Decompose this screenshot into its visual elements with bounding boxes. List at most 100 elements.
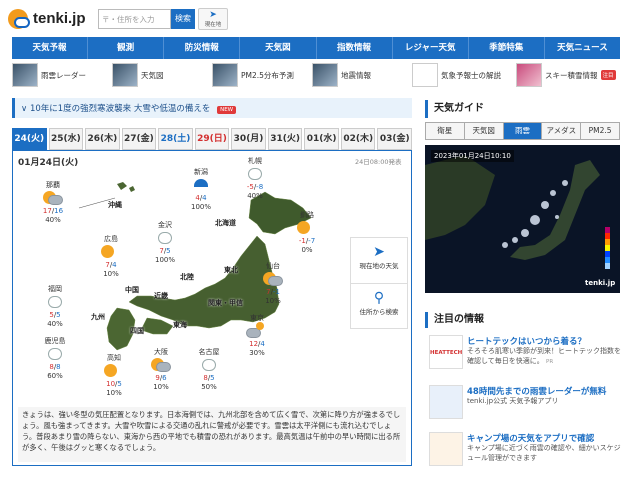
city-forecast-hiroshima[interactable]: 広島 7/4 10%: [88, 235, 134, 279]
date-tab[interactable]: 25(水): [48, 128, 84, 150]
quick-link-pm25[interactable]: PM2.5分布予測: [212, 62, 308, 88]
city-forecast-kushiro[interactable]: 釧路 -1/-7 0%: [284, 211, 330, 255]
date-tab[interactable]: 29(日): [194, 128, 230, 150]
search-input[interactable]: 〒・住所を入力: [98, 9, 171, 29]
news-item[interactable]: キャンプ場の天気をアプリで確認 キャンプ場に近づく雨雲の確認や、細かいスケジュー…: [425, 432, 625, 474]
news-headline: ヒートテックはいつから着る？: [467, 337, 587, 347]
city-forecast-sapporo[interactable]: 札幌 -5/-8 40%: [232, 157, 278, 201]
shikoku-shape: [140, 317, 174, 335]
city-forecast-kanazawa[interactable]: 金沢 7/5 100%: [142, 221, 188, 265]
current-location-button[interactable]: ➤ 現在地: [198, 8, 228, 30]
nav-disaster[interactable]: 防災情報: [164, 37, 241, 59]
snowman-icon: [32, 295, 78, 310]
radar-thumbnail: [12, 63, 38, 87]
current-location-weather-label: 現在地の天気: [359, 262, 399, 270]
city-forecast-niigata[interactable]: 新潟 4/4 100%: [178, 168, 224, 212]
city-temps: 4/4: [195, 194, 207, 202]
city-forecast-osaka[interactable]: 大阪 9/6 10%: [138, 348, 184, 392]
date-tab[interactable]: 26(木): [85, 128, 120, 150]
high-temp: -1: [298, 237, 306, 245]
region-label-hokkaido[interactable]: 北海道: [215, 218, 236, 228]
search-button[interactable]: 検索: [171, 9, 195, 29]
quick-link-label: 地震情報: [341, 70, 371, 80]
region-label-tohoku[interactable]: 東北: [224, 265, 238, 275]
city-name: 福岡: [48, 285, 62, 293]
city-forecast-sendai[interactable]: 仙台 7/-1 10%: [250, 262, 296, 306]
address-search-button[interactable]: ⚲ 住所から検索: [351, 284, 407, 330]
city-temps: 7/5: [159, 247, 171, 255]
precip-chance: 40%: [47, 320, 63, 328]
precip-chance: 40%: [45, 216, 61, 224]
nav-weather-chart[interactable]: 天気図: [240, 37, 317, 59]
news-item[interactable]: HEATTECH ヒートテックはいつから着る？ そろそろ肌寒い季節が到来！ヒート…: [425, 335, 625, 377]
date-tab[interactable]: 31(火): [267, 128, 303, 150]
quick-link-earthquake[interactable]: 地震情報: [312, 62, 408, 88]
news-body: キャンプ場に近づく雨雲の確認や、細かいスケジュール管理ができます: [467, 444, 621, 462]
nav-leisure[interactable]: レジャー天気: [393, 37, 469, 59]
low-temp: -1: [272, 288, 280, 296]
region-label-tokai[interactable]: 東海: [173, 320, 187, 330]
logo[interactable]: tenki.jp: [8, 8, 98, 30]
nav-index[interactable]: 指数情報: [317, 37, 393, 59]
high-temp: 9: [155, 374, 160, 382]
quick-link-forecaster[interactable]: 気象予報士の解説: [412, 62, 512, 88]
high-temp: 8: [49, 363, 54, 371]
guide-tab-satellite[interactable]: 衛星: [425, 122, 464, 140]
nav-news[interactable]: 天気ニュース: [545, 37, 620, 59]
low-temp: 5: [117, 380, 122, 388]
city-forecast-kagoshima[interactable]: 鹿児島 8/8 60%: [32, 337, 78, 381]
date-tab[interactable]: 30(月): [231, 128, 266, 150]
cloud-sun-icon: [234, 322, 280, 339]
snowman-icon: [232, 167, 278, 182]
high-temp: 8: [203, 374, 208, 382]
alert-banner[interactable]: ∨ 10年に1度の強烈寒波襲来 大雪や低温の備えを NEW: [12, 98, 412, 118]
date-tab[interactable]: 03(金): [377, 128, 413, 150]
region-label-okinawa[interactable]: 沖縄: [108, 200, 122, 210]
city-name: 高知: [107, 354, 121, 362]
date-tab[interactable]: 02(木): [340, 128, 376, 150]
nav-forecast[interactable]: 天気予報: [12, 37, 89, 59]
date-tab[interactable]: 24(火): [12, 128, 47, 150]
guide-tab-weather-chart[interactable]: 天気図: [463, 122, 503, 140]
region-label-chugoku[interactable]: 中国: [125, 285, 139, 295]
city-forecast-kochi[interactable]: 高知 10/5 10%: [91, 354, 137, 398]
quick-link-rain-radar[interactable]: 雨雲レーダー: [12, 62, 108, 88]
chevron-down-icon: ∨: [21, 104, 30, 114]
date-tab[interactable]: 28(土): [158, 128, 193, 150]
date-tab[interactable]: 01(水): [304, 128, 339, 150]
rain-cloud-radar-image[interactable]: [425, 145, 620, 293]
news-item[interactable]: 48時間先までの雨雲レーダーが無料 tenki.jp公式 天気予報アプリ: [425, 385, 625, 427]
guide-tab-pm25[interactable]: PM2.5: [580, 122, 620, 140]
date-tab[interactable]: 27(金): [121, 128, 157, 150]
quick-link-weather-chart[interactable]: 天気図: [112, 62, 208, 88]
snowman-icon: [186, 358, 232, 373]
nav-observation[interactable]: 観測: [88, 37, 165, 59]
precip-chance: 0%: [301, 246, 313, 254]
city-temps: 5/5: [49, 311, 61, 319]
nav-season[interactable]: 季節特集: [469, 37, 545, 59]
city-forecast-nagoya[interactable]: 名古屋 8/5 50%: [186, 348, 232, 392]
region-label-kinki[interactable]: 近畿: [154, 291, 168, 301]
current-location-label: 現在地: [204, 22, 222, 28]
low-temp: 16: [54, 207, 64, 215]
city-name: 鹿児島: [44, 337, 66, 345]
guide-tab-rain-cloud[interactable]: 雨雲: [502, 122, 542, 140]
map-date: 01月24日(火): [18, 158, 79, 168]
forecast-summary: きょうは、強い冬型の気圧配置となります。日本海側では、九州北部を含めて広く雪で、…: [18, 407, 406, 462]
city-forecast-naha[interactable]: 那覇 17/16 40%: [30, 181, 76, 225]
region-label-kanto[interactable]: 関東・甲信: [208, 298, 243, 308]
sun-cloud-icon: [138, 358, 184, 373]
region-label-shikoku[interactable]: 四国: [130, 326, 144, 336]
rain-legend: [605, 227, 610, 269]
current-location-weather-button[interactable]: ➤ 現在地の天気: [351, 238, 407, 284]
guide-tab-amedas[interactable]: アメダス: [541, 122, 581, 140]
region-label-kyushu[interactable]: 九州: [91, 312, 105, 322]
news-body: tenki.jp公式 天気予報アプリ: [467, 397, 559, 405]
map-side-buttons: ➤ 現在地の天気 ⚲ 住所から検索: [350, 237, 408, 329]
city-forecast-fukuoka[interactable]: 福岡 5/5 40%: [32, 285, 78, 329]
city-forecast-tokyo[interactable]: 東京 12/4 30%: [234, 314, 280, 358]
region-label-hokuriku[interactable]: 北陸: [180, 272, 194, 282]
quick-link-ski[interactable]: スキー積雪情報 注目: [516, 62, 620, 88]
precip-chance: 10%: [103, 270, 119, 278]
low-temp: 5: [210, 374, 215, 382]
